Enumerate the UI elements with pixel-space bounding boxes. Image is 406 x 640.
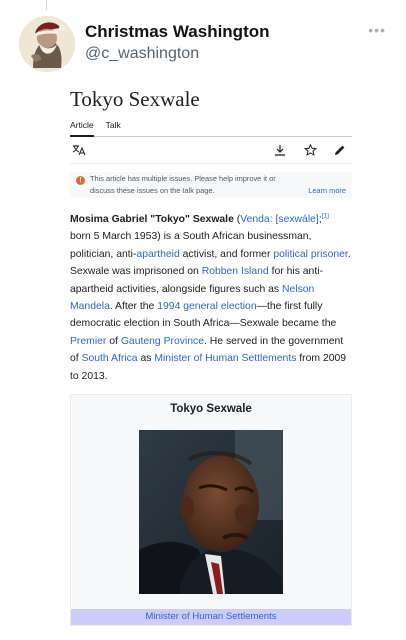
wiki-link[interactable]: Robben Island <box>202 266 269 277</box>
paragraph-text: of <box>106 335 121 347</box>
tab-article[interactable]: Article <box>70 120 94 137</box>
tweet-author: Christmas Washington @c_washington <box>85 22 270 65</box>
office-link[interactable]: Minister of Human Settlements <box>71 609 351 625</box>
notice-line-2: discuss these issues on the talk page. <box>90 186 215 195</box>
wiki-link[interactable]: 1994 general election <box>157 301 256 312</box>
wiki-link[interactable]: Venda <box>240 214 269 225</box>
infobox-title: Tokyo Sexwale <box>170 403 252 415</box>
santa-avatar-image <box>19 16 75 72</box>
article-title: Tokyo Sexwale <box>70 87 200 111</box>
translate-icon[interactable] <box>72 144 86 156</box>
avatar[interactable] <box>19 16 75 72</box>
display-name[interactable]: Christmas Washington <box>85 22 270 42</box>
thread-line <box>46 0 47 10</box>
wiki-link[interactable]: [sexwále] <box>275 214 318 225</box>
tab-talk[interactable]: Talk <box>106 120 121 137</box>
more-horizontal-icon[interactable]: ••• <box>368 23 386 37</box>
notice-text: This article has multiple issues. Please… <box>90 173 310 197</box>
article-subject-name: Mosima Gabriel "Tokyo" Sexwale <box>70 214 234 225</box>
infobox: Tokyo Sexwale Minister of Human Settleme… <box>70 394 352 626</box>
wiki-link[interactable]: South Africa <box>82 353 138 364</box>
paragraph-text: . After the <box>109 301 158 313</box>
warning-icon: ! <box>76 176 85 185</box>
edit-icon[interactable] <box>334 144 346 156</box>
portrait-photo[interactable] <box>139 430 283 594</box>
star-icon[interactable] <box>304 144 317 156</box>
article-tabs: Article Talk <box>70 120 352 137</box>
toolbar-divider <box>70 163 352 164</box>
wiki-link[interactable]: Gauteng Province <box>121 336 204 347</box>
notice-line-1: This article has multiple issues. Please… <box>90 174 276 183</box>
learn-more-link[interactable]: Learn more <box>308 185 346 197</box>
wikipedia-screenshot: Tokyo Sexwale Article Talk ! This articl… <box>70 84 352 385</box>
user-handle[interactable]: @c_washington <box>85 43 270 65</box>
office-header: Minister of Human Settlements <box>71 609 351 625</box>
article-lead-paragraph: Mosima Gabriel "Tokyo" Sexwale (Venda: [… <box>70 211 352 385</box>
download-icon[interactable] <box>274 144 286 156</box>
wiki-link[interactable]: political prisoner <box>273 249 348 260</box>
paragraph-text: activist, and former <box>179 248 274 260</box>
wiki-link[interactable]: Premier <box>70 336 106 347</box>
paragraph-text: as <box>137 353 155 365</box>
wiki-link[interactable]: Minister of Human Settlements <box>154 353 296 364</box>
issues-notice: ! This article has multiple issues. Plea… <box>70 172 352 198</box>
wiki-link[interactable]: apartheid <box>136 249 179 260</box>
citation-link[interactable]: [1] <box>322 213 329 220</box>
article-toolbar <box>70 137 352 163</box>
